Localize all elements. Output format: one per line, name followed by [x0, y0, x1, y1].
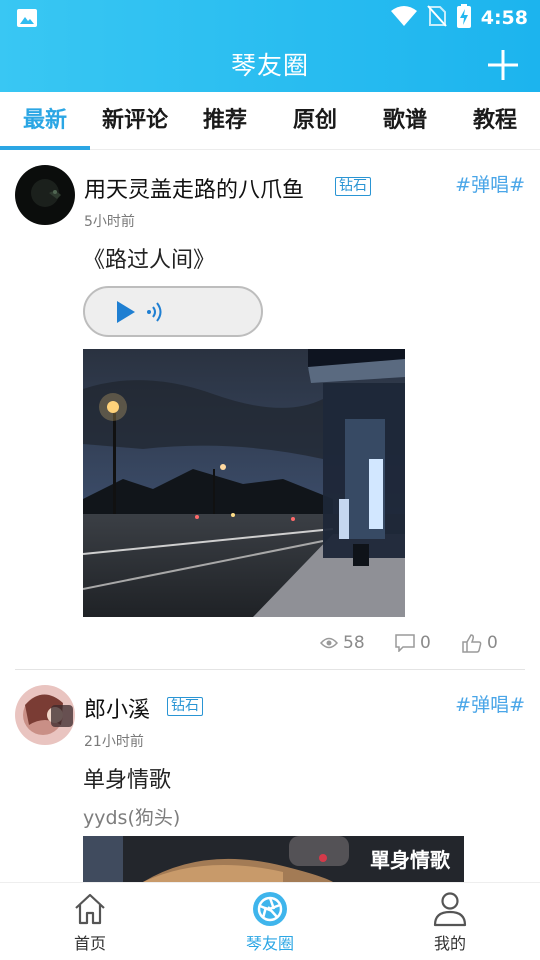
- comment-icon: [395, 634, 415, 652]
- comments-count: 0: [420, 633, 431, 653]
- comments-button[interactable]: 0: [395, 633, 431, 653]
- nav-home-label: 首页: [73, 934, 106, 953]
- home-icon: [75, 893, 105, 925]
- like-button[interactable]: 0: [462, 633, 498, 653]
- tab-tutorials[interactable]: 教程: [450, 92, 540, 150]
- page-title: 琴友圈: [230, 51, 309, 80]
- tab-new-comments[interactable]: 新评论: [90, 92, 180, 150]
- add-post-button[interactable]: [486, 48, 520, 82]
- eye-icon: [320, 637, 338, 649]
- nav-home[interactable]: 首页: [30, 883, 150, 960]
- play-icon: [117, 301, 135, 323]
- post-subtext: yyds(狗头): [83, 807, 181, 829]
- post-stats: 58 0 0: [0, 633, 540, 655]
- nav-profile[interactable]: 我的: [390, 883, 510, 960]
- gallery-icon: [17, 9, 37, 27]
- likes-count: 0: [487, 633, 498, 653]
- battery-charging-icon: [456, 4, 471, 32]
- avatar[interactable]: [15, 685, 75, 745]
- status-bar: 4:58: [0, 0, 540, 36]
- camera-shutter-icon: [253, 892, 287, 926]
- person-icon: [433, 892, 467, 927]
- audio-play-button[interactable]: [83, 286, 263, 337]
- topic-tag[interactable]: #弹唱#: [455, 170, 525, 197]
- bottom-navigation: 首页 琴友圈 我的: [0, 882, 540, 960]
- username[interactable]: 用天灵盖走路的八爪鱼: [84, 172, 304, 204]
- post-text: 《路过人间》: [83, 248, 216, 273]
- post-divider: [15, 669, 525, 670]
- post-text: 单身情歌: [83, 768, 172, 793]
- post-time: 5小时前: [84, 214, 135, 230]
- nav-circle[interactable]: 琴友圈: [210, 883, 330, 960]
- views-stat: 58: [320, 633, 365, 653]
- title-bar: 琴友圈: [0, 36, 540, 92]
- tab-original[interactable]: 原创: [270, 92, 360, 150]
- thumbs-up-icon: [462, 633, 482, 653]
- rank-badge: 钻石: [335, 177, 371, 196]
- nav-circle-label: 琴友圈: [245, 934, 294, 953]
- wifi-icon: [390, 6, 417, 30]
- plus-icon: [488, 50, 518, 80]
- tab-latest[interactable]: 最新: [0, 92, 90, 150]
- active-tab-indicator: [0, 146, 90, 150]
- sound-wave-icon: [147, 302, 162, 322]
- tab-sheet-music[interactable]: 歌谱: [360, 92, 450, 150]
- nav-profile-label: 我的: [433, 934, 466, 953]
- no-sim-icon: [426, 5, 447, 31]
- tab-recommended[interactable]: 推荐: [180, 92, 270, 150]
- category-tabs: 最新 新评论 推荐 原创 歌谱 教程: [0, 92, 540, 150]
- post-photo[interactable]: [83, 349, 405, 617]
- topic-tag[interactable]: #弹唱#: [455, 690, 525, 717]
- clock: 4:58: [480, 7, 528, 29]
- app-header: 4:58 琴友圈: [0, 0, 540, 92]
- video-caption: 單身情歌: [370, 848, 450, 872]
- post-time: 21小时前: [84, 734, 144, 750]
- post-video-thumbnail[interactable]: 單身情歌: [83, 836, 464, 882]
- avatar[interactable]: [15, 165, 75, 225]
- username[interactable]: 郎小溪: [84, 692, 150, 724]
- views-count: 58: [343, 633, 365, 653]
- rank-badge: 钻石: [167, 697, 203, 716]
